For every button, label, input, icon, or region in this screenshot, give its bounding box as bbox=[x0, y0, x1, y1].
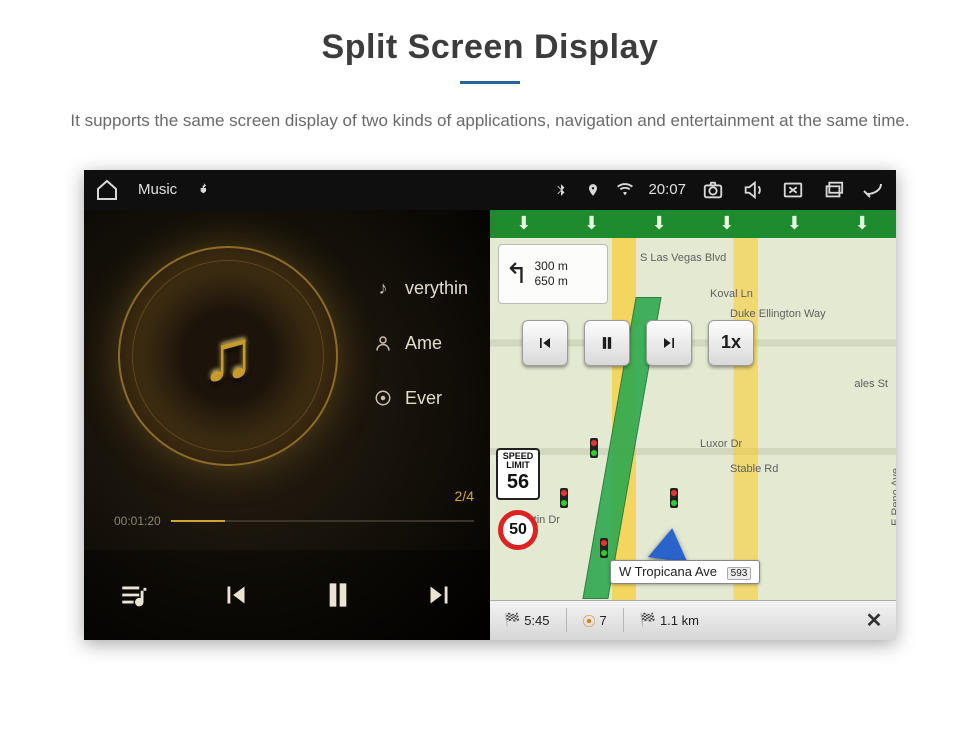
download-arrow-icon: ⬇ bbox=[787, 213, 802, 234]
next-track-button[interactable] bbox=[409, 565, 469, 625]
current-street-sign: W Tropicana Ave 593 bbox=[610, 560, 760, 584]
home-icon[interactable] bbox=[94, 177, 120, 203]
street-label: Luxor Dr bbox=[700, 438, 742, 450]
music-pane: ♫ ♪ verythin Ame Ever bbox=[84, 210, 490, 640]
volume-icon[interactable] bbox=[740, 177, 766, 203]
track-counter: 2/4 bbox=[455, 488, 474, 504]
traffic-light-icon bbox=[560, 488, 568, 508]
navigation-cursor-icon bbox=[648, 525, 692, 562]
back-icon[interactable] bbox=[860, 177, 886, 203]
music-note-icon: ♫ bbox=[201, 315, 255, 397]
page-description: It supports the same screen display of t… bbox=[50, 108, 930, 134]
map-close-button[interactable]: ✕ bbox=[860, 606, 888, 634]
download-arrow-icon: ⬇ bbox=[719, 213, 734, 234]
satellite-icon: ⦿ bbox=[583, 611, 596, 630]
turn-instruction: ↰ 300 m 650 m bbox=[498, 244, 608, 304]
street-label: Duke Ellington Way bbox=[730, 308, 826, 320]
device-screenshot: Music 20:07 bbox=[84, 170, 896, 640]
download-arrow-icon: ⬇ bbox=[516, 213, 531, 234]
track-row[interactable]: ♪ verythin bbox=[373, 278, 468, 299]
gps-count: 7 bbox=[600, 613, 607, 628]
location-icon bbox=[584, 181, 602, 199]
status-bar: Music 20:07 bbox=[84, 170, 896, 210]
artist-icon bbox=[373, 333, 393, 353]
route-badge: 593 bbox=[727, 567, 752, 580]
playlist-button[interactable] bbox=[105, 565, 165, 625]
camera-icon[interactable] bbox=[700, 177, 726, 203]
circular-speed-sign: 50 bbox=[498, 510, 538, 550]
map-pause-button[interactable] bbox=[584, 320, 630, 366]
track-list: ♪ verythin Ame Ever bbox=[373, 278, 468, 409]
recent-apps-icon[interactable] bbox=[820, 177, 846, 203]
street-label: ales St bbox=[854, 378, 888, 390]
title-underline bbox=[460, 81, 520, 84]
page-title: Split Screen Display bbox=[0, 28, 980, 67]
bluetooth-icon bbox=[552, 181, 570, 199]
usb-icon bbox=[195, 181, 213, 199]
track-row[interactable]: Ever bbox=[373, 388, 468, 409]
elapsed-time: 00:01:20 bbox=[114, 514, 161, 528]
distance-chip[interactable]: 🏁 1.1 km bbox=[634, 610, 705, 630]
turn-left-icon: ↰ bbox=[505, 257, 528, 290]
flag-icon: 🏁 bbox=[504, 612, 520, 628]
eta-value: 5:45 bbox=[524, 613, 549, 628]
turn-distance-secondary: 650 m bbox=[534, 274, 567, 288]
track-title: Ame bbox=[405, 333, 442, 354]
navigation-pane: ⬇ ⬇ ⬇ ⬇ ⬇ ⬇ S Las Vegas Blvd Koval Ln Du… bbox=[490, 210, 896, 640]
wifi-icon bbox=[616, 181, 634, 199]
speed-limit-sign: SPEED LIMIT 56 bbox=[496, 448, 540, 500]
progress-bar[interactable]: 00:01:20 bbox=[114, 514, 474, 528]
traffic-light-icon bbox=[670, 488, 678, 508]
current-app-label: Music bbox=[138, 181, 177, 198]
equalizer-icon: ♪ bbox=[373, 278, 393, 298]
map-download-bar: ⬇ ⬇ ⬇ ⬇ ⬇ ⬇ bbox=[490, 210, 896, 238]
street-label: E Reno Ave bbox=[890, 468, 896, 526]
download-arrow-icon: ⬇ bbox=[652, 213, 667, 234]
pause-button[interactable] bbox=[308, 565, 368, 625]
street-name: W Tropicana Ave bbox=[619, 564, 717, 579]
gps-chip[interactable]: ⦿ 7 bbox=[577, 609, 613, 632]
previous-track-button[interactable] bbox=[206, 565, 266, 625]
map-playback-controls: 1x bbox=[522, 320, 754, 366]
track-title: verythin bbox=[405, 278, 468, 299]
track-row[interactable]: Ame bbox=[373, 333, 468, 354]
clock: 20:07 bbox=[648, 181, 686, 198]
traffic-light-icon bbox=[600, 538, 608, 558]
music-controls bbox=[84, 550, 490, 640]
distance-value: 1.1 km bbox=[660, 613, 699, 628]
map-prev-button[interactable] bbox=[522, 320, 568, 366]
speed-limit-label: SPEED LIMIT bbox=[503, 451, 534, 470]
map-speed-button[interactable]: 1x bbox=[708, 320, 754, 366]
map-next-button[interactable] bbox=[646, 320, 692, 366]
street-label: S Las Vegas Blvd bbox=[640, 252, 726, 264]
album-icon bbox=[373, 388, 393, 408]
map-bottom-bar: 🏁 5:45 ⦿ 7 🏁 1.1 km ✕ bbox=[490, 600, 896, 640]
download-arrow-icon: ⬇ bbox=[584, 213, 599, 234]
download-arrow-icon: ⬇ bbox=[855, 213, 870, 234]
album-art-disc[interactable]: ♫ bbox=[118, 246, 338, 466]
turn-distance: 300 m bbox=[534, 259, 567, 273]
speed-limit-value: 56 bbox=[498, 472, 538, 492]
street-label: Koval Ln bbox=[710, 288, 753, 300]
close-window-icon[interactable] bbox=[780, 177, 806, 203]
street-label: Stable Rd bbox=[730, 463, 778, 475]
track-title: Ever bbox=[405, 388, 442, 409]
flag-icon: 🏁 bbox=[640, 612, 656, 628]
traffic-light-icon bbox=[590, 438, 598, 458]
eta-chip[interactable]: 🏁 5:45 bbox=[498, 610, 556, 630]
